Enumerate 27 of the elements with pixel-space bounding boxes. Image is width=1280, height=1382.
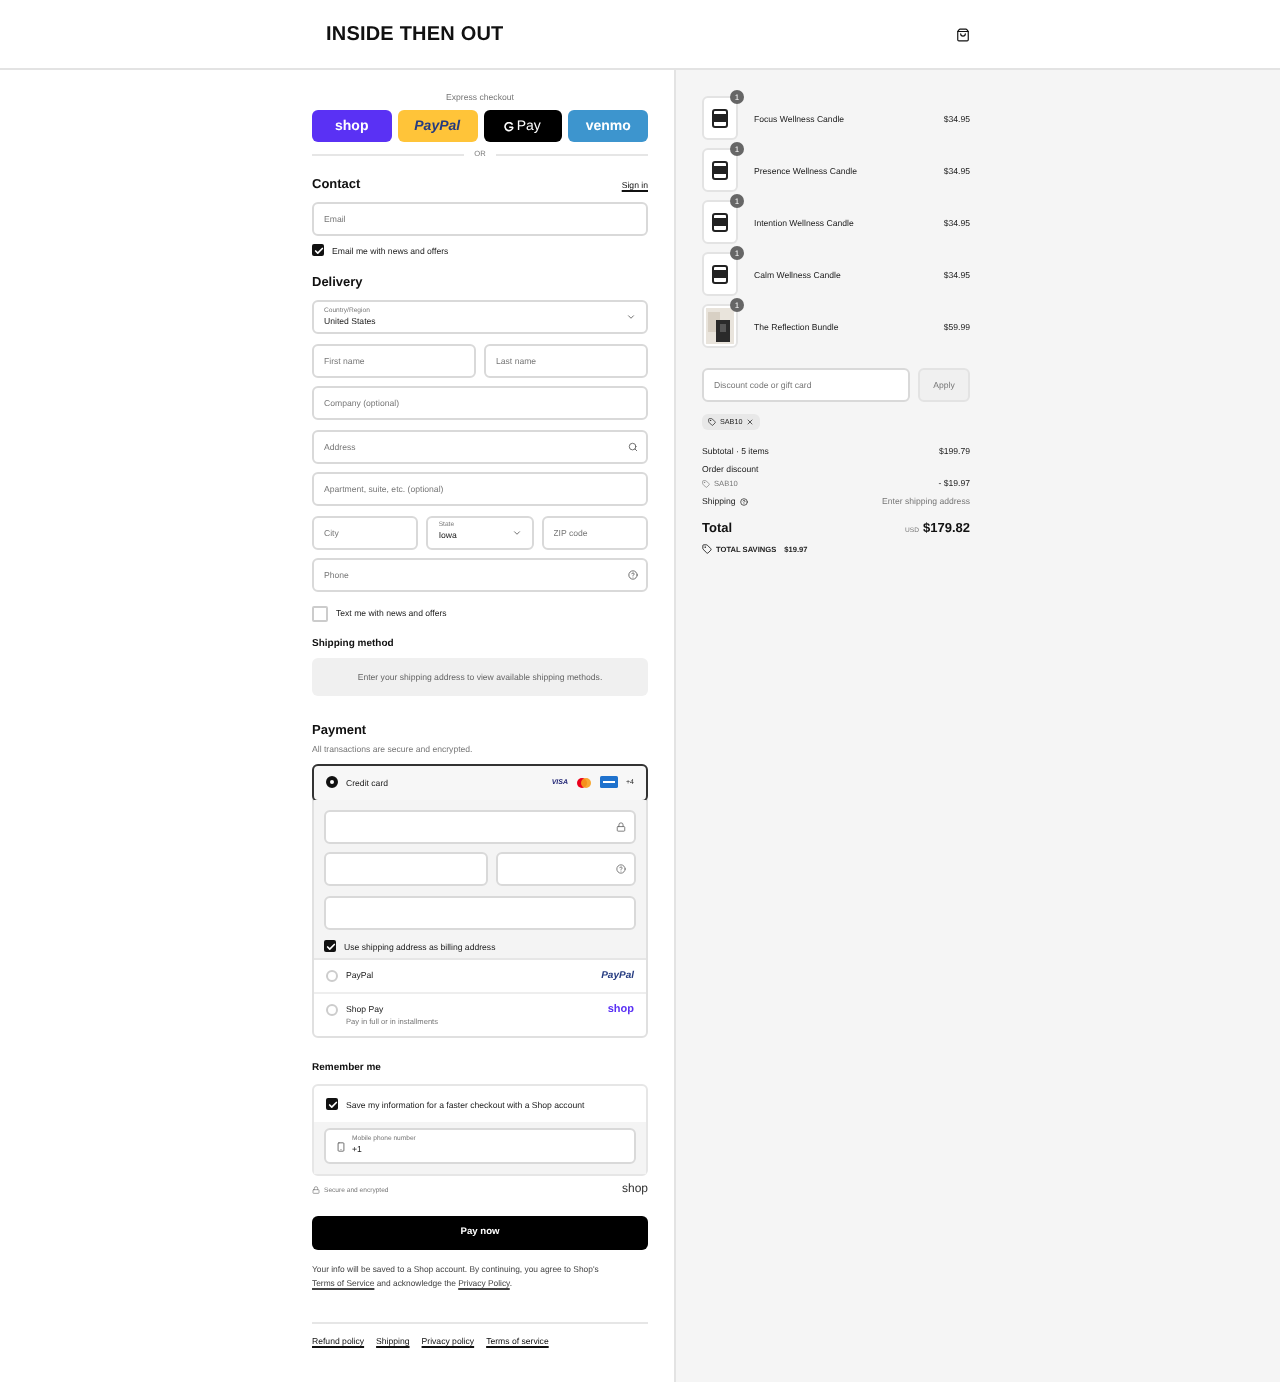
store-logo[interactable]: INSIDE THEN OUT xyxy=(326,23,504,45)
checkbox[interactable] xyxy=(312,605,328,621)
help-icon xyxy=(616,864,626,874)
candle-icon xyxy=(712,160,728,180)
radio-button[interactable] xyxy=(326,776,338,788)
card-number-field[interactable] xyxy=(324,809,636,843)
help-icon xyxy=(739,497,748,505)
candle-icon xyxy=(712,108,728,128)
candle-icon xyxy=(712,264,728,284)
g-logo-icon xyxy=(504,121,515,131)
shopping-bag-icon[interactable] xyxy=(956,27,970,41)
security-code-field[interactable] xyxy=(496,852,636,886)
name-on-card-field[interactable] xyxy=(324,895,636,929)
candle-icon xyxy=(712,212,728,232)
phone-icon xyxy=(336,1141,346,1151)
tag-icon xyxy=(702,479,710,487)
lock-icon xyxy=(616,821,626,831)
search-icon xyxy=(628,441,638,451)
help-icon xyxy=(628,570,638,580)
lock-icon xyxy=(312,1186,320,1194)
card-icon xyxy=(600,776,618,788)
expiry-field[interactable] xyxy=(324,852,488,886)
tag-icon xyxy=(708,418,716,426)
tag-icon xyxy=(702,544,712,554)
chevron-down-icon xyxy=(626,312,636,322)
chevron-down-icon xyxy=(511,527,522,537)
mastercard-icon xyxy=(576,777,592,787)
